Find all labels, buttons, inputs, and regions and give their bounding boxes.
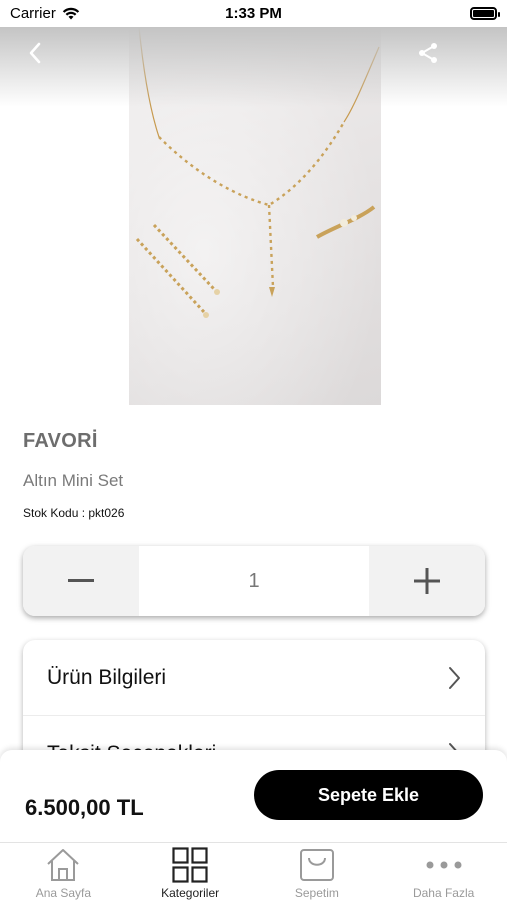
chevron-left-icon — [29, 42, 41, 64]
tab-cart[interactable]: Sepetim — [254, 843, 381, 900]
status-bar: Carrier 1:33 PM — [0, 0, 507, 27]
battery-icon — [470, 7, 500, 20]
product-hero — [0, 27, 507, 405]
share-button[interactable] — [412, 37, 444, 69]
grid-icon — [172, 847, 208, 883]
increase-quantity-button[interactable] — [369, 546, 485, 616]
tab-label: Ana Sayfa — [35, 886, 92, 900]
decrease-quantity-button[interactable] — [23, 546, 139, 616]
minus-icon — [68, 579, 94, 582]
product-price: 6.500,00 TL — [25, 795, 144, 820]
more-icon — [424, 847, 464, 883]
status-left: Carrier — [10, 5, 80, 22]
plus-icon — [414, 568, 440, 594]
carrier-label: Carrier — [10, 5, 56, 22]
product-sku: Stok Kodu : pkt026 — [23, 506, 125, 520]
tab-categories[interactable]: Kategoriler — [127, 843, 254, 900]
tab-label: Kategoriler — [161, 886, 220, 900]
share-icon — [419, 43, 437, 63]
product-name: Altın Mini Set — [23, 471, 124, 490]
info-row-label: Ürün Bilgileri — [47, 665, 167, 689]
info-row-product-details[interactable]: Ürün Bilgileri — [23, 640, 485, 716]
back-button[interactable] — [20, 37, 50, 69]
status-time: 1:33 PM — [225, 5, 282, 22]
quantity-stepper: 1 — [23, 546, 485, 616]
wifi-icon — [62, 7, 80, 20]
tab-more[interactable]: Daha Fazla — [380, 843, 507, 900]
chevron-right-icon — [449, 666, 460, 689]
tab-label: Sepetim — [294, 886, 339, 900]
product-brand: FAVORİ — [23, 430, 98, 452]
home-icon — [45, 847, 81, 883]
tab-bar: Ana Sayfa Kategoriler Sepetim Daha Fazla — [0, 842, 507, 900]
tab-label: Daha Fazla — [412, 886, 475, 900]
quantity-value: 1 — [139, 546, 369, 616]
tab-home[interactable]: Ana Sayfa — [0, 843, 127, 900]
add-to-cart-button[interactable]: Sepete Ekle — [254, 770, 483, 820]
checkout-bar: 6.500,00 TL Sepete Ekle — [0, 750, 507, 842]
bag-icon — [299, 847, 335, 883]
